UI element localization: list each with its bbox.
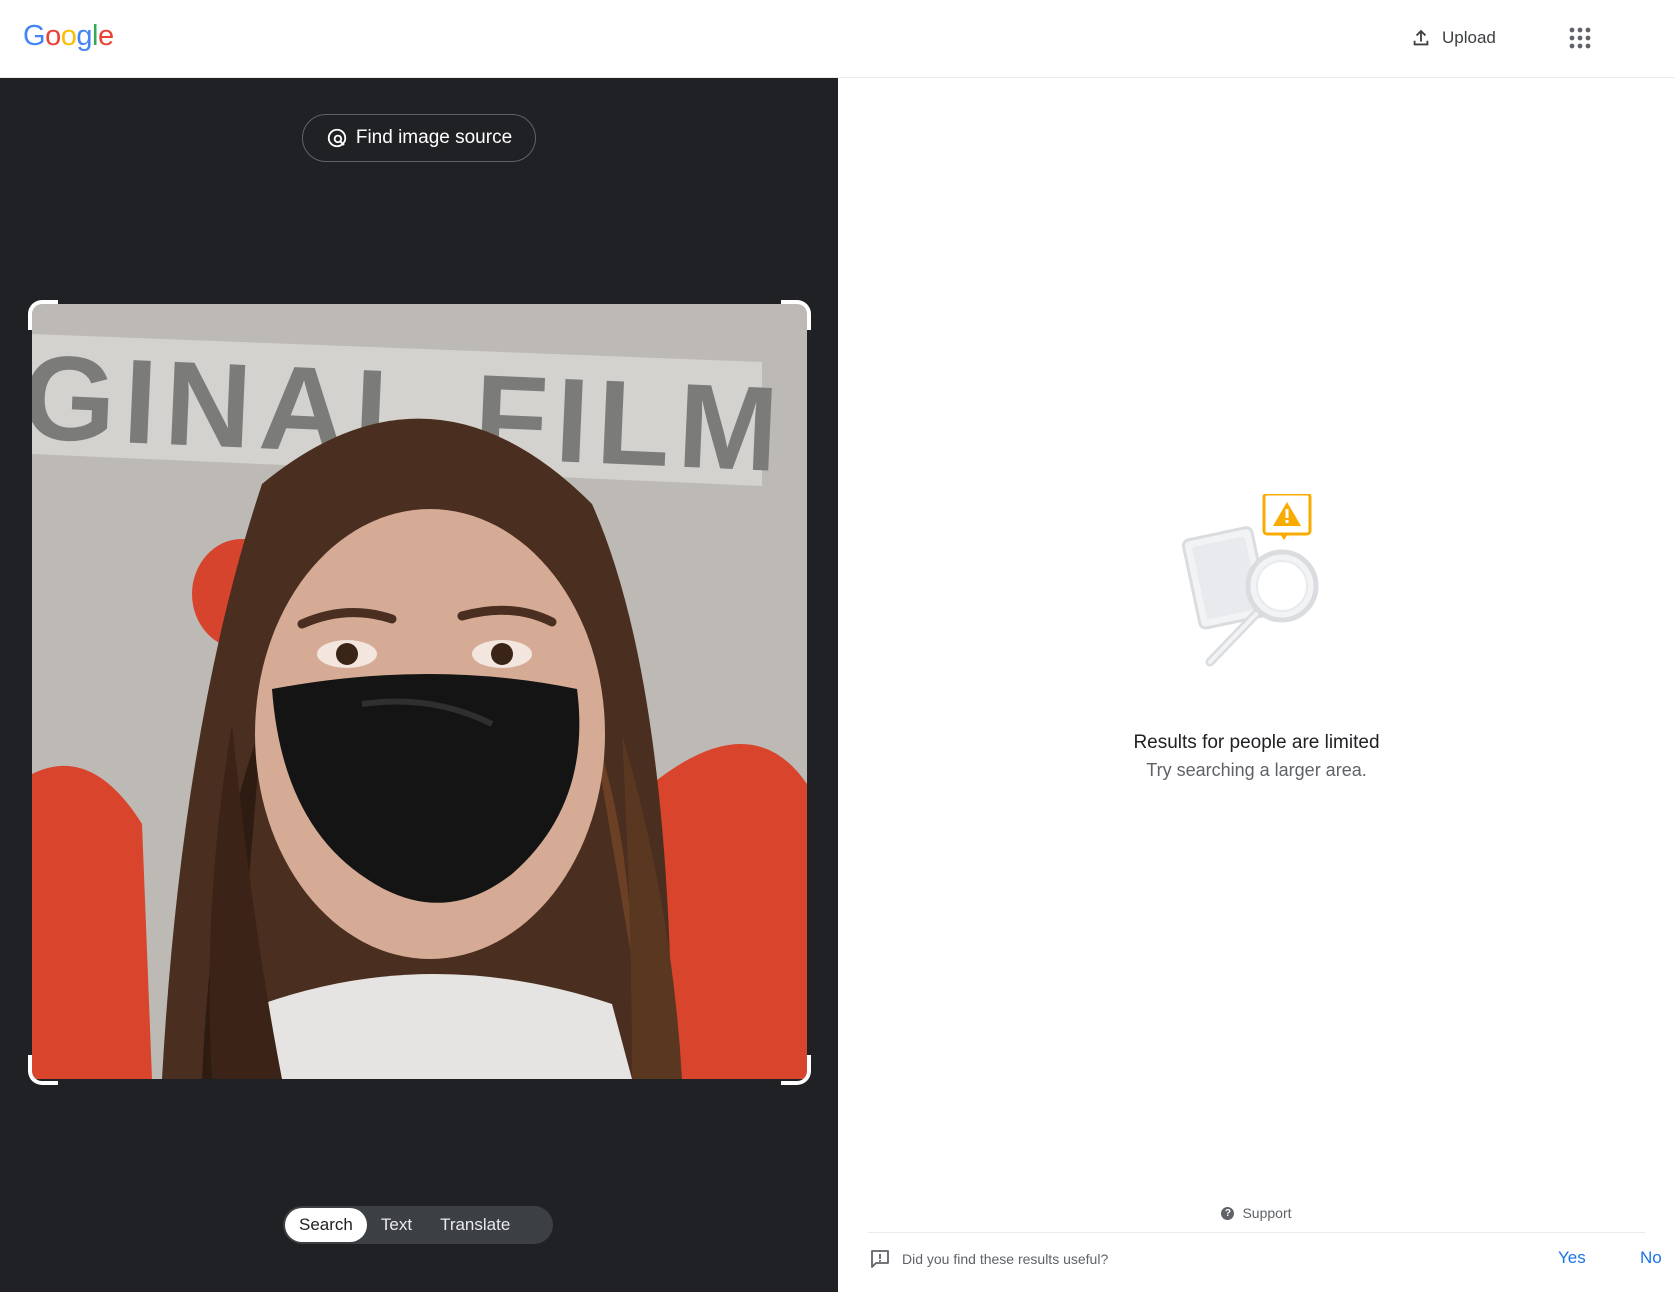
find-image-source-label: Find image source: [355, 127, 513, 148]
logo-letter-g2: g: [76, 20, 92, 52]
help-icon: ?: [1221, 1206, 1235, 1220]
image-search-icon: [327, 128, 347, 148]
top-header: Google Upload: [0, 0, 1675, 78]
upload-icon: [1413, 29, 1429, 46]
logo-letter-e: e: [97, 20, 114, 52]
feedback-question: Did you find these results useful?: [902, 1251, 1109, 1267]
google-logo[interactable]: Google: [23, 20, 114, 53]
mode-search[interactable]: Search: [285, 1208, 367, 1242]
logo-letter-o2: o: [60, 20, 77, 52]
upload-button[interactable]: Upload: [1396, 18, 1510, 58]
selected-image[interactable]: GINAL FILM: [32, 304, 807, 1079]
apps-grid-icon: [1569, 27, 1591, 49]
crop-handle-bottom-left[interactable]: [28, 1055, 58, 1085]
find-image-source-button[interactable]: Find image source: [302, 114, 536, 162]
feedback-yes-button[interactable]: Yes: [1558, 1248, 1586, 1268]
crop-handle-top-left[interactable]: [28, 300, 58, 330]
support-label: Support: [1242, 1205, 1292, 1221]
logo-letter-o1: o: [45, 20, 61, 52]
support-link[interactable]: ? Support: [838, 1205, 1675, 1221]
upload-label: Upload: [1442, 28, 1496, 47]
results-panel: Results for people are limited Try searc…: [838, 78, 1675, 1292]
mode-toggle: Search Text Translate: [283, 1206, 553, 1244]
footer-divider: [868, 1232, 1645, 1233]
image-panel: Find image source GINAL FILM Search Text…: [0, 78, 838, 1292]
mode-translate[interactable]: Translate: [426, 1208, 524, 1242]
logo-letter-g1: G: [23, 20, 46, 52]
limited-results-illustration: [1181, 494, 1319, 667]
crop-handle-bottom-right[interactable]: [781, 1055, 811, 1085]
limited-results-subtitle: Try searching a larger area.: [1146, 760, 1367, 780]
apps-button[interactable]: [1560, 18, 1600, 58]
feedback-bar: Did you find these results useful? Yes N…: [870, 1244, 1662, 1274]
mode-text[interactable]: Text: [367, 1208, 426, 1242]
limited-results-title: Results for people are limited: [1133, 732, 1380, 753]
feedback-icon: [871, 1250, 889, 1268]
crop-handle-top-right[interactable]: [781, 300, 811, 330]
portrait-photo: GINAL FILM: [32, 304, 807, 1079]
feedback-no-button[interactable]: No: [1640, 1248, 1662, 1268]
